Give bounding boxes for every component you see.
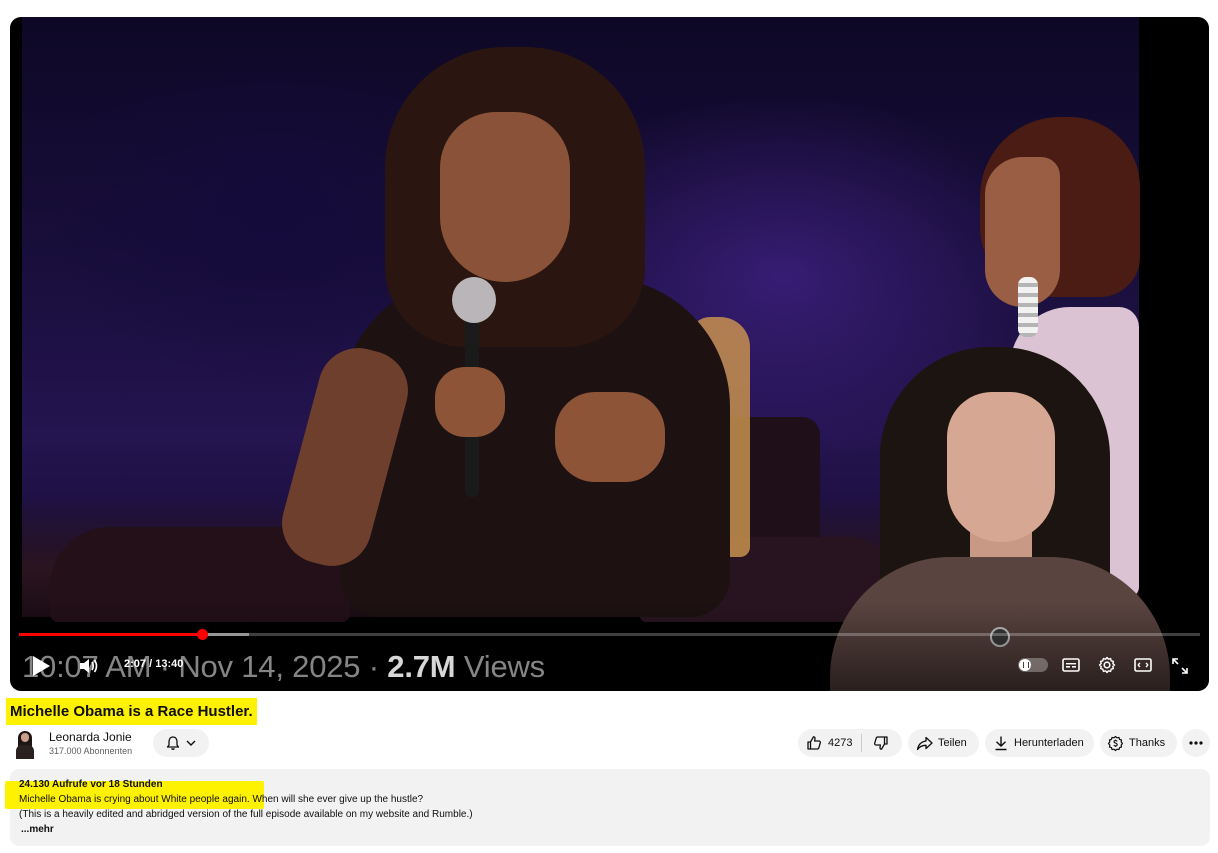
- avatar-body: [16, 745, 34, 759]
- channel-avatar[interactable]: [12, 729, 38, 759]
- description-content: 24.130 Aufrufe vor 18 Stunden Michelle O…: [10, 769, 1210, 846]
- volume-icon: [80, 659, 98, 673]
- avatar-face: [21, 733, 29, 742]
- speaker-hand-gesture: [555, 392, 665, 482]
- thanks-label: Thanks: [1129, 737, 1166, 749]
- share-label: Teilen: [938, 737, 967, 749]
- more-actions-button[interactable]: [1182, 729, 1210, 757]
- description-line-1: Michelle Obama is crying about White peo…: [19, 794, 424, 805]
- play-button[interactable]: [28, 653, 54, 679]
- microphone-head: [452, 277, 496, 323]
- theater-mode-icon: [1134, 658, 1152, 672]
- share-button[interactable]: Teilen: [908, 729, 979, 757]
- fullscreen-icon: [1172, 658, 1188, 674]
- dislike-button[interactable]: [862, 729, 900, 757]
- interviewer-earring: [1018, 277, 1038, 337]
- speaker-hand-mic: [435, 367, 505, 437]
- progress-bar[interactable]: [19, 629, 1200, 640]
- autoplay-pause-icon: [1019, 659, 1031, 671]
- description-line-2: (This is a heavily edited and abridged v…: [19, 809, 473, 820]
- channel-name[interactable]: Leonarda Jonie: [49, 730, 132, 744]
- progress-played: [19, 633, 203, 636]
- download-label: Herunterladen: [1014, 737, 1084, 749]
- subtitles-icon: [1062, 658, 1080, 672]
- theater-mode-button[interactable]: [1132, 655, 1154, 675]
- view-count-and-date: 24.130 Aufrufe vor 18 Stunden: [19, 779, 163, 790]
- thumbs-down-icon: [874, 736, 889, 750]
- super-thanks-icon: [1107, 735, 1124, 751]
- video-player[interactable]: 10:07 AM · Nov 14, 2025 · 2.7M Views 2:0…: [10, 17, 1209, 691]
- share-icon: [916, 736, 933, 750]
- speaker-face: [440, 112, 570, 282]
- more-horizontal-icon: [1189, 741, 1203, 745]
- video-frame[interactable]: [10, 17, 1209, 691]
- settings-button[interactable]: [1096, 654, 1118, 676]
- download-icon: [995, 736, 1007, 751]
- fullscreen-button[interactable]: [1169, 655, 1191, 677]
- bell-icon: [166, 736, 180, 750]
- like-button[interactable]: 4273: [798, 729, 852, 757]
- video-title: Michelle Obama is a Race Hustler.: [6, 698, 257, 725]
- settings-icon: [1098, 656, 1116, 674]
- autoplay-toggle[interactable]: [1018, 658, 1048, 672]
- volume-button[interactable]: [78, 655, 100, 677]
- chevron-down-icon: [186, 740, 196, 746]
- thumbs-up-icon: [807, 736, 822, 750]
- progress-scrubber[interactable]: [197, 629, 209, 640]
- subtitles-button[interactable]: [1060, 655, 1082, 675]
- time-display: 2:07 / 13:40: [124, 658, 184, 670]
- video-overlay-caption: 10:07 AM · Nov 14, 2025 · 2.7M Views: [22, 649, 545, 684]
- presenter-face: [947, 392, 1055, 542]
- show-more-link[interactable]: ...mehr: [21, 824, 54, 835]
- thanks-button[interactable]: Thanks: [1100, 729, 1177, 757]
- like-dislike-group: 4273: [798, 729, 902, 757]
- like-count: 4273: [828, 737, 853, 749]
- subscriber-count: 317.000 Abonnenten: [49, 746, 133, 756]
- play-icon: [33, 656, 50, 676]
- notification-bell-button[interactable]: [153, 729, 209, 757]
- download-button[interactable]: Herunterladen: [985, 729, 1094, 757]
